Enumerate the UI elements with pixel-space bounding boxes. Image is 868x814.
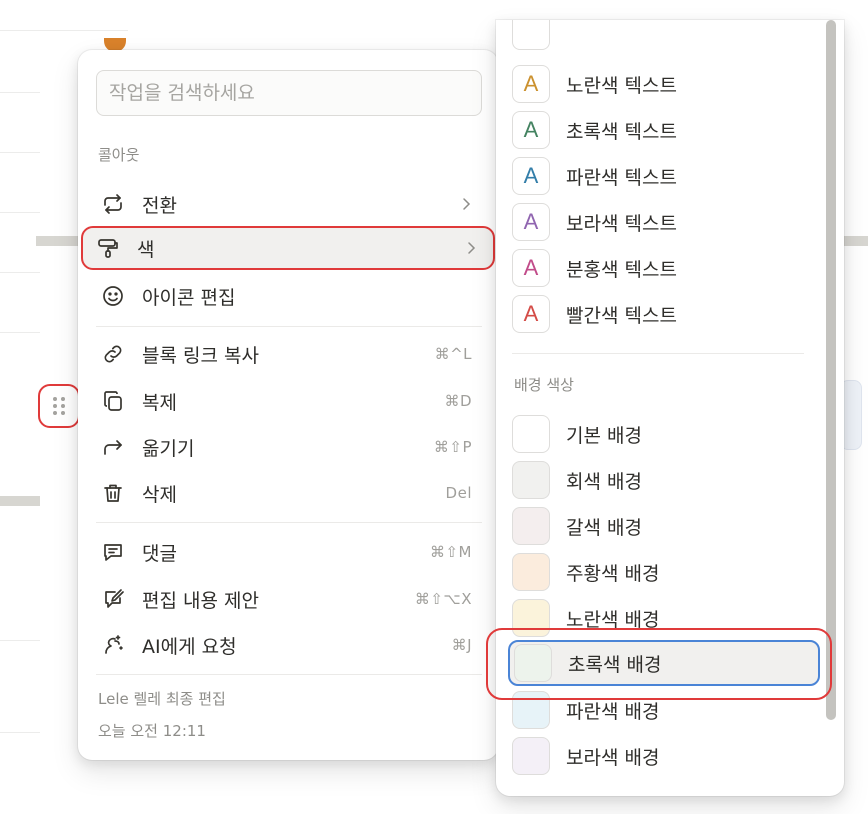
trash-icon (100, 480, 126, 506)
text-color-swatch: A (512, 249, 550, 287)
page-divider (0, 272, 40, 273)
last-edited-by: Lele 렐레 최종 편집 (98, 690, 226, 708)
drag-handle-icon (53, 397, 65, 415)
menu-item-label: 블록 링크 복사 (142, 344, 259, 367)
text-color-label: 파란색 텍스트 (566, 166, 677, 189)
text-color-label: 노란색 텍스트 (566, 74, 677, 97)
background-color-label: 보라색 배경 (566, 746, 660, 769)
text-color-swatch (512, 20, 550, 50)
chevron-right-icon (463, 198, 471, 210)
page-divider (0, 212, 40, 213)
menu-item-move-to[interactable]: 옮기기 ⌘⇧P (88, 425, 488, 469)
background-color-swatch (512, 507, 550, 545)
background-color-label: 기본 배경 (566, 424, 642, 447)
text-color-swatch: A (512, 157, 550, 195)
menu-item-delete[interactable]: 삭제 Del (88, 471, 488, 515)
action-search-input[interactable]: 작업을 검색하세요 (96, 70, 482, 116)
menu-item-label: AI에게 요청 (142, 635, 237, 658)
smile-icon (100, 283, 126, 309)
selection-highlight (486, 628, 832, 700)
background-color-label: 주황색 배경 (566, 562, 660, 585)
menu-item-label: 편집 내용 제안 (142, 589, 259, 612)
text-color-option[interactable]: A 초록색 텍스트 (508, 107, 820, 153)
text-color-label: 보라색 텍스트 (566, 212, 677, 235)
turn-into-icon (100, 191, 126, 217)
text-color-option[interactable]: A 분홍색 텍스트 (508, 245, 820, 291)
background-color-label: 파란색 배경 (566, 700, 660, 723)
section-label: 콜아웃 (98, 146, 140, 164)
last-edited-time: 오늘 오전 12:11 (98, 722, 206, 740)
shortcut-hint: ⌘^L (434, 345, 472, 363)
page-divider (0, 640, 40, 641)
background-color-option[interactable]: 회색 배경 (508, 457, 820, 503)
background-color-swatch (512, 461, 550, 499)
text-color-swatch: A (512, 111, 550, 149)
block-context-menu: 작업을 검색하세요 콜아웃 전환 색 아이콘 편집 블록 링크 복사 ⌘^L 복… (78, 50, 498, 760)
menu-item-color[interactable]: 색 (81, 226, 495, 270)
menu-item-label: 옮기기 (142, 437, 195, 460)
background-color-heading: 배경 색상 (514, 376, 574, 394)
background-color-option[interactable]: 보라색 배경 (508, 733, 820, 779)
shortcut-hint: ⌘J (451, 636, 472, 654)
background-color-swatch (512, 737, 550, 775)
page-divider (0, 92, 40, 93)
menu-item-label: 전환 (142, 194, 177, 217)
menu-item-label: 복제 (142, 391, 177, 414)
ai-icon (100, 632, 126, 658)
background-color-option[interactable]: 기본 배경 (508, 411, 820, 457)
text-color-label: 빨간색 텍스트 (566, 304, 677, 327)
background-color-swatch (512, 553, 550, 591)
link-icon (100, 341, 126, 367)
page-divider (0, 152, 40, 153)
submenu-scrollbar[interactable] (826, 20, 836, 720)
background-color-option[interactable]: 갈색 배경 (508, 503, 820, 549)
shortcut-hint: Del (445, 484, 472, 502)
menu-divider (96, 674, 482, 675)
text-color-option[interactable]: A 파란색 텍스트 (508, 153, 820, 199)
text-color-option[interactable]: A 빨간색 텍스트 (508, 291, 820, 337)
menu-item-copy-link[interactable]: 블록 링크 복사 ⌘^L (88, 332, 488, 376)
page-bar (0, 496, 40, 506)
menu-item-label: 아이콘 편집 (142, 286, 236, 309)
text-color-swatch: A (512, 65, 550, 103)
shortcut-hint: ⌘D (444, 392, 472, 410)
shortcut-hint: ⌘⇧M (429, 543, 472, 561)
text-color-option[interactable]: A 노란색 텍스트 (508, 61, 820, 107)
page-divider (0, 732, 40, 733)
text-color-label: 분홍색 텍스트 (566, 258, 677, 281)
page-bar (844, 236, 868, 246)
text-color-swatch: A (512, 203, 550, 241)
text-color-option[interactable]: A 보라색 텍스트 (508, 199, 820, 245)
menu-divider (96, 522, 482, 523)
submenu-divider (512, 353, 804, 354)
block-drag-handle[interactable] (38, 384, 80, 428)
text-color-swatch: A (512, 295, 550, 333)
menu-item-turn-into[interactable]: 전환 (88, 182, 488, 226)
menu-item-label: 색 (137, 238, 155, 261)
page-divider (0, 332, 40, 333)
menu-item-suggest-edits[interactable]: 편집 내용 제안 ⌘⇧⌥X (88, 577, 488, 621)
menu-item-duplicate[interactable]: 복제 ⌘D (88, 379, 488, 423)
comment-icon (100, 539, 126, 565)
menu-item-comment[interactable]: 댓글 ⌘⇧M (88, 530, 488, 574)
background-color-label: 갈색 배경 (566, 516, 642, 539)
text-color-label: 초록색 텍스트 (566, 120, 677, 143)
shortcut-hint: ⌘⇧P (433, 438, 472, 456)
menu-divider (96, 326, 482, 327)
shortcut-hint: ⌘⇧⌥X (414, 590, 472, 608)
paint-roller-icon (95, 235, 121, 261)
background-color-label: 회색 배경 (566, 470, 642, 493)
chevron-right-icon (468, 242, 476, 254)
background-color-option[interactable]: 주황색 배경 (508, 549, 820, 595)
background-color-swatch (512, 415, 550, 453)
menu-item-edit-icon[interactable]: 아이콘 편집 (88, 274, 488, 318)
page-divider (0, 30, 128, 31)
menu-item-ask-ai[interactable]: AI에게 요청 ⌘J (88, 623, 488, 667)
suggest-edit-icon (100, 586, 126, 612)
duplicate-icon (100, 388, 126, 414)
text-color-option-partial[interactable] (508, 20, 820, 54)
menu-item-label: 댓글 (142, 542, 177, 565)
move-arrow-icon (100, 434, 126, 460)
menu-item-label: 삭제 (142, 483, 177, 506)
